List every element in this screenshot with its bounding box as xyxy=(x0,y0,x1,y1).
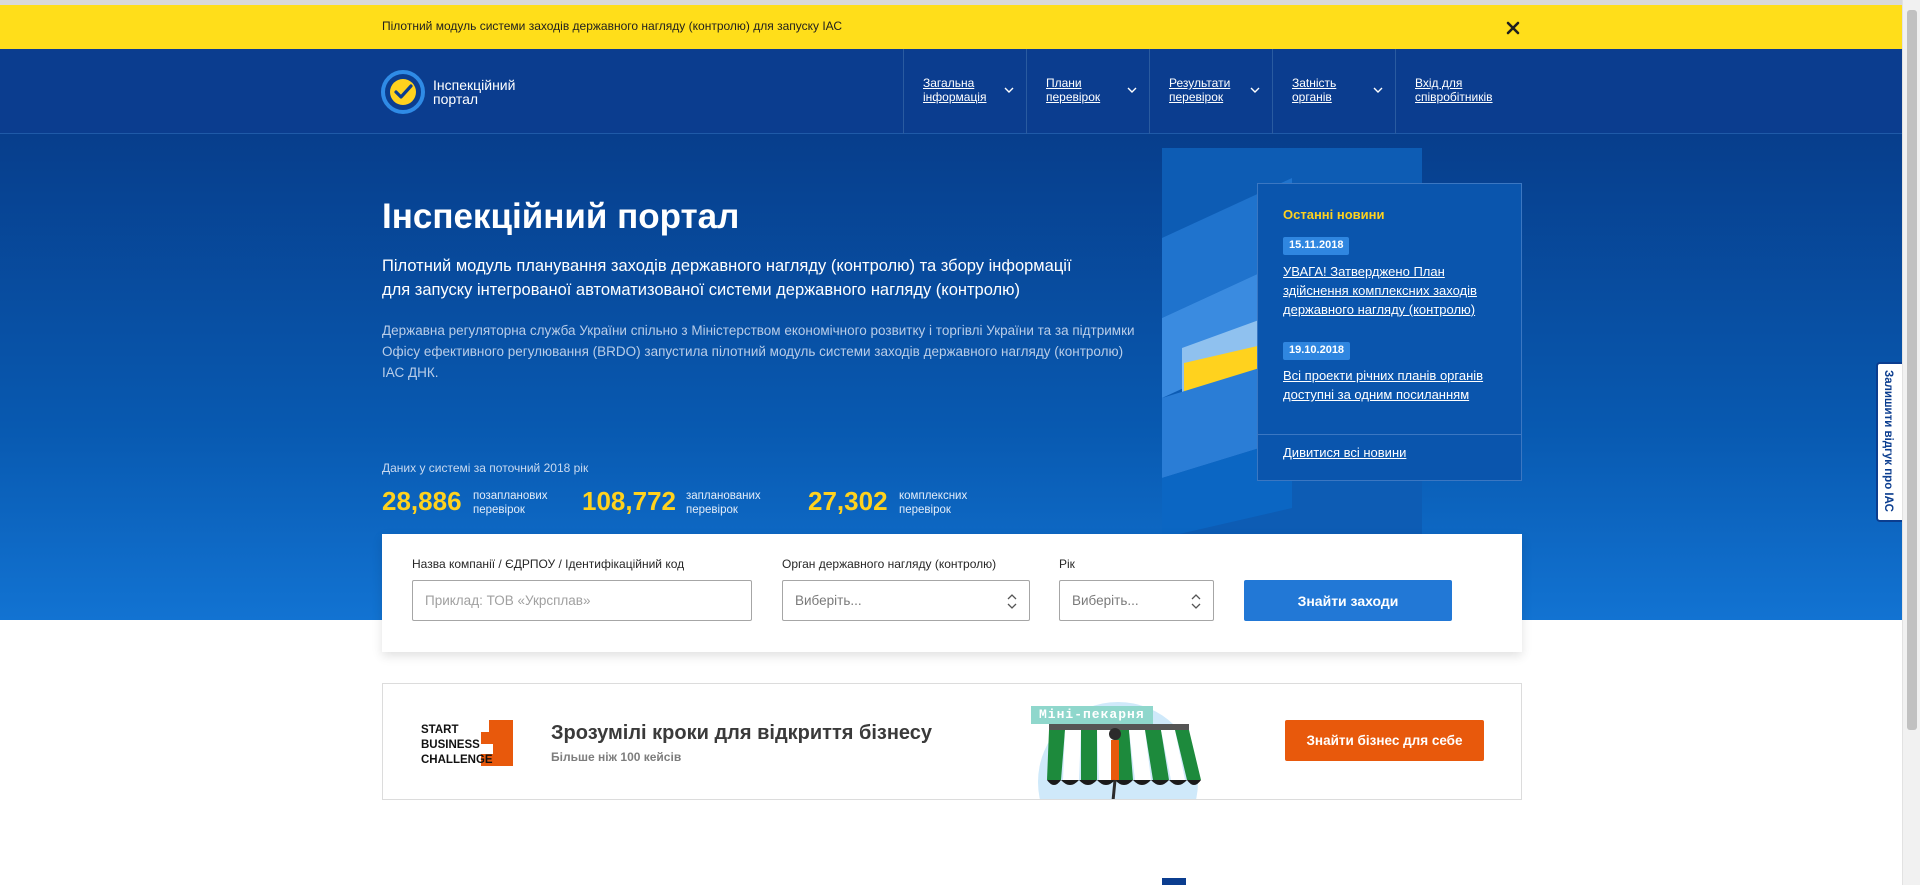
hero-subtitle: Пілотний модуль планування заходів держа… xyxy=(382,257,1072,299)
stat-value: 108,772 xyxy=(582,486,676,516)
news-item-link[interactable]: УВАГА! Затверджено План здійснення компл… xyxy=(1283,262,1508,319)
nav-general-info[interactable]: Загальна інформація xyxy=(903,49,1026,134)
find-business-button[interactable]: Знайти бізнес для себе xyxy=(1285,720,1484,761)
all-news-link[interactable]: Дивитися всі новини xyxy=(1283,445,1406,460)
stat-value: 27,302 xyxy=(808,486,888,516)
footer-peek-decoration xyxy=(1162,878,1186,885)
stat-label: запланованих перевірок xyxy=(686,490,761,516)
authority-select-value: Виберіть... xyxy=(795,593,862,608)
bakery-illustration xyxy=(1038,702,1201,799)
nav-inspection-results[interactable]: Результати перевірок xyxy=(1149,49,1272,134)
announcement-banner: Пілотний модуль системи заходів державно… xyxy=(0,5,1902,49)
news-date-badge: 15.11.2018 xyxy=(1283,237,1350,255)
chevron-down-icon xyxy=(1004,87,1014,93)
promo-title: Зрозумілі кроки для відкриття бізнесу xyxy=(551,722,933,744)
select-arrows-icon xyxy=(1007,594,1017,609)
portal-logo-icon[interactable] xyxy=(380,69,426,115)
year-select[interactable]: Виберіть... xyxy=(1059,580,1214,621)
stat-label: позапланових перевірок xyxy=(473,490,548,516)
nav-authorities-capacity[interactable]: Зatність органів xyxy=(1272,49,1395,134)
news-title: Останні новини xyxy=(1283,207,1385,222)
news-date-badge: 19.10.2018 xyxy=(1283,342,1351,360)
authority-field-label: Орган державного нагляду (контролю) xyxy=(782,557,997,571)
year-select-value: Виберіть... xyxy=(1072,593,1139,608)
nav-label[interactable]: Зatність органів xyxy=(1292,76,1372,104)
banner-text: Пілотний модуль системи заходів державно… xyxy=(382,19,843,33)
stat-value: 28,886 xyxy=(382,486,462,516)
nav-label[interactable]: Вхід для співробітників xyxy=(1415,76,1505,104)
business-promo-banner: START BUSINESS CHALLENGE Зрозумілі кроки… xyxy=(382,683,1522,800)
select-arrows-icon xyxy=(1191,594,1201,609)
stats-caption: Даних у системі за поточний 2018 рік xyxy=(382,461,589,475)
page-title: Інспекційний портал xyxy=(382,197,740,236)
year-field-label: Рік xyxy=(1059,557,1075,571)
company-field-label: Назва компанії / ЄДРПОУ / Ідентифікаційн… xyxy=(412,557,685,571)
search-form: Назва компанії / ЄДРПОУ / Ідентифікаційн… xyxy=(382,534,1522,652)
hero-description: Державна регуляторна служба України спіл… xyxy=(382,323,1135,380)
nav-inspection-plans[interactable]: Плани перевірок xyxy=(1026,49,1149,134)
site-header: Інспекційний портал Загальна інформація … xyxy=(0,49,1902,134)
nav-label[interactable]: Результати перевірок xyxy=(1169,76,1249,104)
logo-text[interactable]: Інспекційний портал xyxy=(433,78,543,106)
bakery-sign: Міні-пекарня xyxy=(1031,706,1153,724)
nav-staff-login[interactable]: Вхід для співробітників xyxy=(1395,49,1522,134)
nav-label[interactable]: Загальна інформація xyxy=(923,76,1003,104)
promo-subtitle: Більше ніж 100 кейсів xyxy=(551,750,682,764)
news-item-link[interactable]: Всі проекти річних планів органів доступ… xyxy=(1283,366,1508,404)
nav-label[interactable]: Плани перевірок xyxy=(1046,76,1126,104)
chevron-down-icon xyxy=(1127,87,1137,93)
page-scrollbar[interactable] xyxy=(1902,0,1920,885)
authority-select[interactable]: Виберіть... xyxy=(782,580,1030,621)
find-measures-button[interactable]: Знайти заходи xyxy=(1244,580,1452,621)
scrollbar-thumb[interactable] xyxy=(1907,10,1917,730)
feedback-label[interactable]: Залишити відгук про ІАС xyxy=(1882,370,1894,512)
latest-news-panel: Останні новини 15.11.2018 УВАГА! Затверд… xyxy=(1257,183,1522,481)
news-divider xyxy=(1258,434,1521,435)
chevron-down-icon xyxy=(1250,87,1260,93)
promo-brand: START BUSINESS CHALLENGE xyxy=(421,724,493,766)
chevron-down-icon xyxy=(1373,87,1383,93)
close-icon[interactable] xyxy=(1503,18,1523,38)
feedback-tab[interactable]: Залишити відгук про ІАС xyxy=(1876,362,1902,522)
company-search-input[interactable] xyxy=(412,580,752,621)
stat-label: комплексних перевірок xyxy=(899,490,968,516)
